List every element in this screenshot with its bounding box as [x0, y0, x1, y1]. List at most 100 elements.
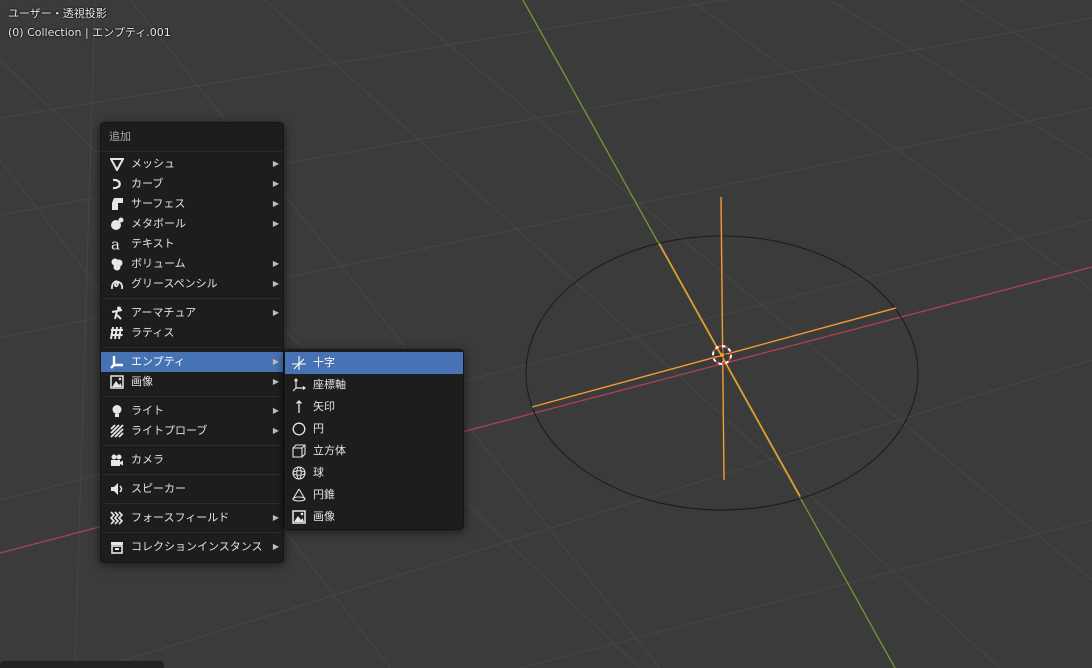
light-probe-icon	[110, 424, 124, 438]
submenu-arrow-icon: ▶	[272, 259, 279, 268]
armature-icon	[110, 306, 124, 320]
menu-item-label: 球	[313, 466, 324, 479]
empty-submenu: 十字 座標軸 矢印 円 立方体 球 円錐 画像	[284, 349, 464, 530]
empty-item-arrows[interactable]: 座標軸	[285, 374, 463, 396]
menu-item-light[interactable]: ライト ▶	[101, 401, 283, 421]
menu-item-label: 矢印	[313, 400, 335, 413]
menu-separator	[103, 396, 281, 397]
menu-item-text[interactable]: a テキスト	[101, 234, 283, 254]
submenu-arrow-icon: ▶	[272, 179, 279, 188]
menu-item-label: コレクションインスタンス	[131, 540, 263, 553]
menu-item-armature[interactable]: アーマチュア ▶	[101, 303, 283, 323]
menu-item-speaker[interactable]: スピーカー	[101, 479, 283, 499]
empty-item-sphere[interactable]: 球	[285, 462, 463, 484]
collection-instance-icon	[110, 540, 124, 554]
empty-item-plain-axes[interactable]: 十字	[285, 352, 463, 374]
menu-item-label: 円錐	[313, 488, 335, 501]
cube-icon	[292, 444, 306, 458]
menu-item-label: サーフェス	[131, 197, 186, 210]
empty-item-cube[interactable]: 立方体	[285, 440, 463, 462]
menu-separator	[103, 298, 281, 299]
add-menu-title: 追加	[101, 123, 283, 152]
single-arrow-icon	[292, 400, 306, 414]
arrows-axes-icon	[292, 378, 306, 392]
grease-pencil-icon	[110, 277, 124, 291]
menu-item-label: グリースペンシル	[131, 277, 218, 290]
menu-item-grease-pencil[interactable]: グリースペンシル ▶	[101, 274, 283, 294]
menu-item-label: カーブ	[131, 177, 164, 190]
menu-item-label: 十字	[313, 356, 335, 369]
menu-separator	[103, 532, 281, 533]
cone-icon	[292, 488, 306, 502]
menu-item-label: 立方体	[313, 444, 346, 457]
submenu-arrow-icon: ▶	[272, 377, 279, 386]
add-menu: 追加 メッシュ ▶ カーブ ▶ サーフェス ▶ メタボール ▶ a テキスト ボ…	[100, 122, 284, 563]
menu-item-label: 座標軸	[313, 378, 346, 391]
menu-separator	[103, 445, 281, 446]
empty-item-single-arrow[interactable]: 矢印	[285, 396, 463, 418]
menu-item-surface[interactable]: サーフェス ▶	[101, 194, 283, 214]
menu-item-mesh[interactable]: メッシュ ▶	[101, 154, 283, 174]
empty-item-cone[interactable]: 円錐	[285, 484, 463, 506]
submenu-arrow-icon: ▶	[272, 542, 279, 551]
menu-item-label: ラティス	[131, 326, 175, 339]
object-info-label: (0) Collection | エンプティ.001	[8, 26, 171, 39]
menu-item-collection-instance[interactable]: コレクションインスタンス ▶	[101, 537, 283, 557]
menu-item-camera[interactable]: カメラ	[101, 450, 283, 470]
menu-item-label: ライトプローブ	[131, 424, 208, 437]
menu-item-image[interactable]: 画像 ▶	[101, 372, 283, 392]
menu-item-label: エンプティ	[131, 355, 186, 368]
submenu-arrow-icon: ▶	[272, 406, 279, 415]
sphere-icon	[292, 466, 306, 480]
menu-item-light-probe[interactable]: ライトプローブ ▶	[101, 421, 283, 441]
speaker-icon	[110, 482, 124, 496]
metaball-icon	[110, 217, 124, 231]
submenu-arrow-icon: ▶	[272, 199, 279, 208]
svg-text:a: a	[111, 237, 120, 251]
menu-separator	[103, 347, 281, 348]
menu-item-label: 円	[313, 422, 324, 435]
submenu-arrow-icon: ▶	[272, 159, 279, 168]
plain-axes-icon	[292, 356, 306, 370]
menu-item-label: ライト	[131, 404, 164, 417]
force-field-icon	[110, 511, 124, 525]
text-icon: a	[110, 237, 124, 251]
circle-icon	[292, 422, 306, 436]
menu-item-metaball[interactable]: メタボール ▶	[101, 214, 283, 234]
view-name-label: ユーザー・透視投影	[8, 7, 107, 20]
menu-item-volume[interactable]: ボリューム ▶	[101, 254, 283, 274]
submenu-arrow-icon: ▶	[272, 308, 279, 317]
light-icon	[110, 404, 124, 418]
menu-item-empty[interactable]: エンプティ ▶	[101, 352, 283, 372]
empty-item-circle[interactable]: 円	[285, 418, 463, 440]
camera-icon	[110, 453, 124, 467]
menu-item-force-field[interactable]: フォースフィールド ▶	[101, 508, 283, 528]
submenu-arrow-icon: ▶	[272, 426, 279, 435]
submenu-arrow-icon: ▶	[272, 219, 279, 228]
mesh-icon	[110, 157, 124, 171]
menu-item-label: 画像	[131, 375, 153, 388]
empty-icon	[110, 355, 124, 369]
menu-item-label: テキスト	[131, 237, 175, 250]
volume-icon	[110, 257, 124, 271]
surface-icon	[110, 197, 124, 211]
menu-item-label: メッシュ	[131, 157, 175, 170]
menu-item-label: フォースフィールド	[131, 511, 230, 524]
menu-separator	[103, 474, 281, 475]
submenu-arrow-icon: ▶	[272, 357, 279, 366]
submenu-arrow-icon: ▶	[272, 279, 279, 288]
menu-item-label: カメラ	[131, 453, 164, 466]
curve-icon	[110, 177, 124, 191]
lattice-icon	[110, 326, 124, 340]
menu-item-curve[interactable]: カーブ ▶	[101, 174, 283, 194]
menu-item-label: スピーカー	[131, 482, 186, 495]
image-icon	[110, 375, 124, 389]
menu-item-label: ボリューム	[131, 257, 186, 270]
menu-item-label: 画像	[313, 510, 335, 523]
empty-item-image[interactable]: 画像	[285, 506, 463, 528]
menu-item-lattice[interactable]: ラティス	[101, 323, 283, 343]
menu-item-label: メタボール	[131, 217, 186, 230]
menu-separator	[103, 503, 281, 504]
submenu-arrow-icon: ▶	[272, 513, 279, 522]
empty-plain-axes-object[interactable]	[531, 196, 897, 497]
